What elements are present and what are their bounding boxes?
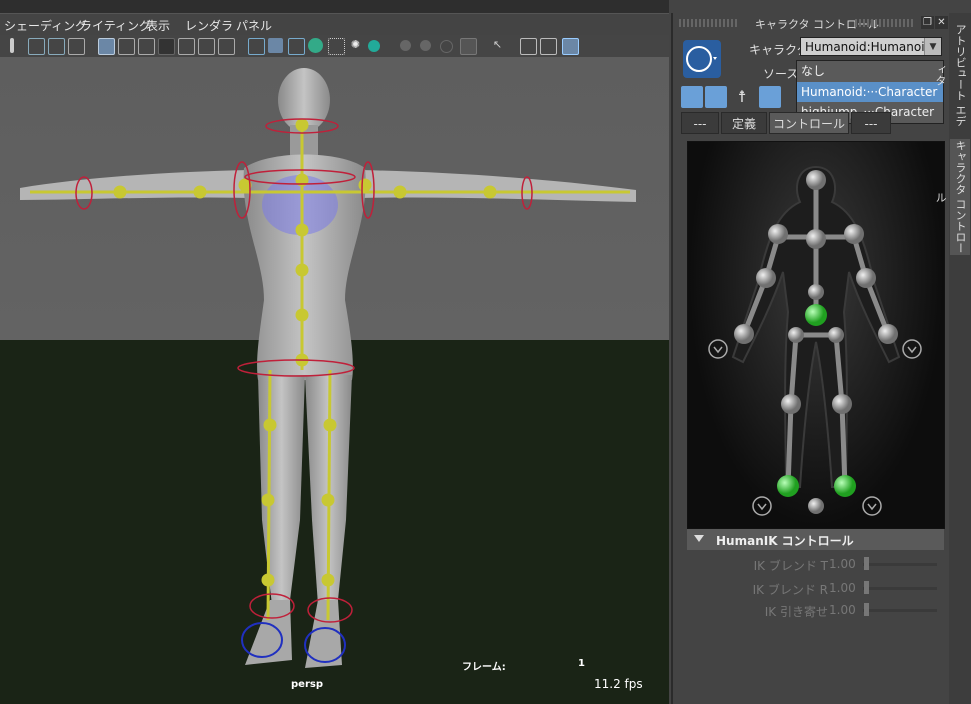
slider-track[interactable] <box>863 609 937 612</box>
3d-viewport[interactable]: シェーディング ライティング 表示 レンダラ パネル ✺ ↖ フレーム: 1 p… <box>0 0 669 704</box>
side-tab-strip: アトリビュート エディタ キャラクタ コントロール <box>934 13 971 704</box>
humanik-controls-header[interactable]: HumanIK コントロール <box>687 529 944 550</box>
character-model <box>20 68 636 668</box>
image-plane-icon[interactable] <box>68 38 85 55</box>
ik-blend-r-slider: IK ブレンド R 1.00 <box>687 578 944 598</box>
tab-blank-1[interactable]: --- <box>681 112 719 134</box>
drag-grip-right[interactable] <box>855 19 915 27</box>
triangle-down-icon <box>694 535 704 542</box>
safe-title-icon[interactable] <box>218 38 235 55</box>
camera-lock-icon[interactable] <box>48 38 65 55</box>
ik-pull-value[interactable]: 1.00 <box>829 603 856 617</box>
resolution-gate-icon[interactable] <box>138 38 155 55</box>
lights-icon[interactable]: ✺ <box>348 38 363 53</box>
ik-blend-r-value[interactable]: 1.00 <box>829 581 856 595</box>
ik-pull-label: IK 引き寄せ <box>764 605 828 619</box>
panel-tabs: --- 定義 コントロール --- <box>681 112 945 134</box>
viewport-menubar: シェーディング ライティング 表示 レンダラ パネル <box>0 13 669 36</box>
tab-controls[interactable]: コントロール <box>769 112 849 134</box>
pin-icon[interactable] <box>759 86 781 108</box>
camera-select-icon[interactable] <box>28 38 45 55</box>
slider-track[interactable] <box>863 563 937 566</box>
body-part-icon[interactable] <box>705 86 727 108</box>
scene-view[interactable]: フレーム: 1 persp 11.2 fps <box>0 57 669 704</box>
character-select-value: Humanoid:Humanoid <box>805 40 933 54</box>
slider-thumb[interactable] <box>864 557 869 570</box>
close-icon[interactable]: ✕ <box>935 16 948 29</box>
ik-blend-t-label: IK ブレンド T <box>753 559 828 573</box>
slider-track[interactable] <box>863 587 937 590</box>
textured-icon[interactable] <box>328 38 345 55</box>
frame-label: フレーム: <box>462 662 506 673</box>
menu-panels[interactable]: パネル <box>236 17 272 34</box>
field-chart-icon[interactable] <box>178 38 195 55</box>
side-tab-attribute-editor[interactable]: アトリビュート エディタ <box>934 21 970 129</box>
ik-blend-r-label: IK ブレンド R <box>752 583 828 597</box>
select-camera-icon[interactable]: ↖ <box>490 38 505 53</box>
ik-blend-t-value[interactable]: 1.00 <box>829 557 856 571</box>
grid-icon[interactable] <box>98 38 115 55</box>
film-gate-icon[interactable] <box>118 38 135 55</box>
xray-icon[interactable] <box>308 38 323 53</box>
isolate-icon[interactable] <box>400 40 411 51</box>
slider-thumb[interactable] <box>864 581 869 594</box>
shadows-icon[interactable] <box>368 40 380 52</box>
source-option-none[interactable]: なし <box>797 61 943 81</box>
tool-icon-row: ☨ <box>681 86 791 108</box>
viewport-toolbar: ✺ ↖ <box>0 35 669 58</box>
tab-definition[interactable]: 定義 <box>721 112 767 134</box>
motion-blur-icon[interactable] <box>440 40 453 53</box>
four-panes-icon[interactable] <box>540 38 557 55</box>
full-body-icon[interactable] <box>681 86 703 108</box>
antialias-icon[interactable] <box>460 38 477 55</box>
character-control-view[interactable] <box>687 141 945 529</box>
wireframe-on-shaded-icon[interactable] <box>288 38 305 55</box>
two-panes-icon[interactable] <box>520 38 537 55</box>
tab-blank-2[interactable]: --- <box>851 112 891 134</box>
chevron-down-icon[interactable]: ▼ <box>924 38 941 55</box>
wireframe-icon[interactable] <box>248 38 265 55</box>
smooth-shade-icon[interactable] <box>268 38 283 53</box>
hud-toggle-icon[interactable] <box>562 38 579 55</box>
character-controls-panel: キャラクタ コントロール ❐ ✕ キャラクタ: Humanoid:Humanoi… <box>671 13 950 704</box>
drag-grip-left[interactable] <box>679 19 739 27</box>
menu-show[interactable]: 表示 <box>146 17 170 34</box>
panel-titlebar: キャラクタ コントロール ❐ ✕ <box>673 13 950 33</box>
ik-pull-slider: IK 引き寄せ 1.00 <box>687 600 944 620</box>
slider-thumb[interactable] <box>864 603 869 616</box>
character-select[interactable]: Humanoid:Humanoid ▼ <box>800 37 942 56</box>
float-icon[interactable]: ❐ <box>921 16 934 29</box>
source-option-humanoid[interactable]: Humanoid:···Character <box>797 82 943 102</box>
frame-value: 1 <box>578 658 585 669</box>
menu-renderer[interactable]: レンダラ <box>185 17 233 34</box>
safe-action-icon[interactable] <box>198 38 215 55</box>
fps-readout: 11.2 fps <box>594 677 643 691</box>
gate-mask-icon[interactable] <box>158 38 175 55</box>
humanik-controls-title: HumanIK コントロール <box>716 534 854 548</box>
bookmark-icon[interactable] <box>10 38 14 53</box>
side-tab-character-controls[interactable]: キャラクタ コントロール <box>934 139 970 255</box>
camera-name: persp <box>291 679 323 690</box>
ik-blend-t-slider: IK ブレンド T 1.00 <box>687 554 944 574</box>
ambient-occlusion-icon[interactable] <box>420 40 431 51</box>
menu-shading[interactable]: シェーディング <box>4 17 87 34</box>
stance-icon[interactable]: ☨ <box>731 86 753 108</box>
character-menu-icon[interactable] <box>683 40 721 78</box>
menu-lighting[interactable]: ライティング <box>80 17 151 34</box>
